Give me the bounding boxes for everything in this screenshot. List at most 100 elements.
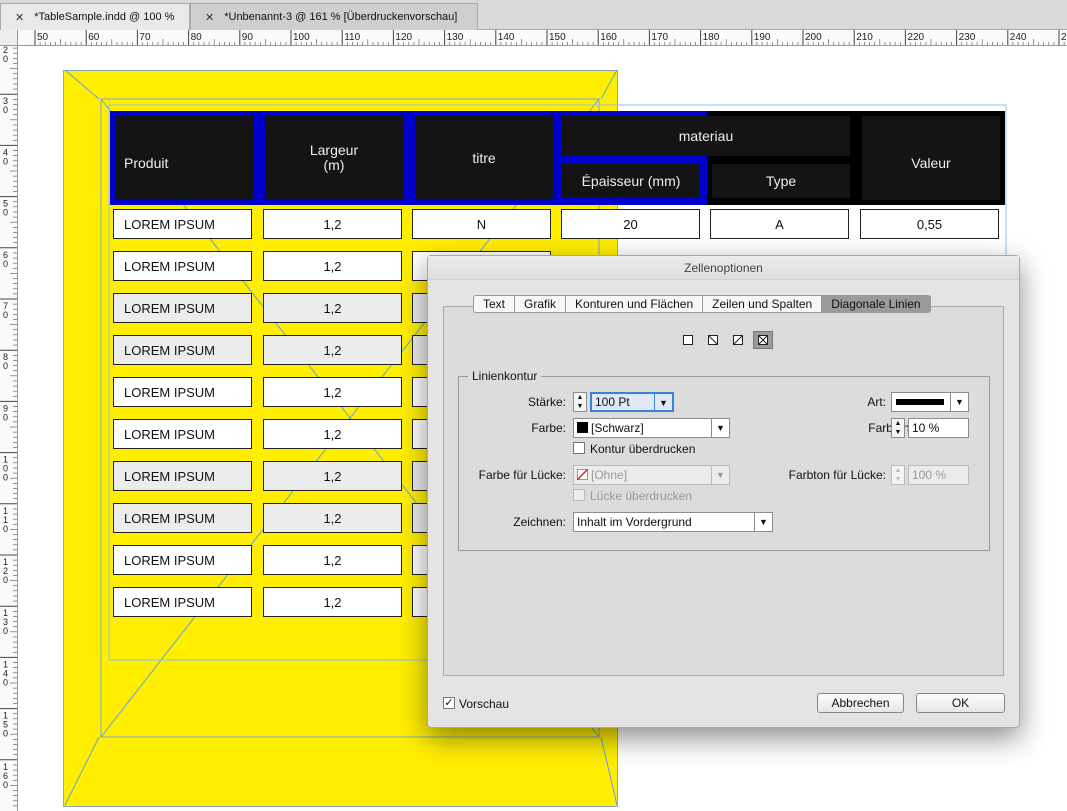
staerke-input[interactable]: 100 Pt ▼ (590, 392, 674, 412)
ruler-label: 160 (600, 32, 617, 43)
document-tab-bar: ✕ *TableSample.indd @ 100 % ✕ *Unbenannt… (0, 0, 1067, 30)
chevron-down-icon[interactable]: ▼ (950, 393, 968, 411)
kontur-ueberdrucken-label: Kontur überdrucken (590, 442, 696, 456)
close-tab-icon[interactable]: ✕ (15, 11, 24, 24)
table-cell[interactable]: 0,55 (860, 209, 999, 239)
header-materiau[interactable]: materiau (562, 116, 850, 156)
farbton-input[interactable]: 10 % (908, 418, 969, 438)
chevron-down-icon[interactable]: ▼ (654, 394, 672, 410)
staerke-stepper[interactable]: ▲ ▼ (573, 392, 587, 412)
cell-options-dialog: Zellenoptionen Text Grafik Konturen und … (427, 255, 1020, 728)
tab-text[interactable]: Text (473, 295, 516, 313)
ruler-label: 20 (3, 45, 8, 64)
art-select[interactable]: ▼ (891, 392, 969, 412)
table-cell[interactable]: 20 (561, 209, 700, 239)
ruler-label: 70 (3, 301, 8, 320)
farbe-luecke-select[interactable]: [Ohne] ▼ (573, 465, 730, 485)
table-cell[interactable]: LOREM IPSUM (113, 503, 252, 533)
zeichnen-value: Inhalt im Vordergrund (577, 515, 692, 529)
farbton-value: 10 % (912, 421, 940, 435)
farbe-value: [Schwarz] (591, 421, 644, 435)
diagonal-down-icon (708, 335, 718, 345)
cancel-button[interactable]: Abbrechen (817, 693, 904, 713)
zeichnen-select[interactable]: Inhalt im Vordergrund ▼ (573, 512, 773, 532)
table-cell[interactable]: LOREM IPSUM (113, 251, 252, 281)
ruler-label: 100 (3, 455, 8, 483)
farbton-luecke-stepper[interactable]: ▲ ▼ (891, 465, 905, 485)
ruler-label: 80 (3, 352, 8, 371)
diagonal-bl-tr-button[interactable] (728, 331, 748, 349)
tab-diagonale-linien[interactable]: Diagonale Linien (822, 295, 931, 313)
ruler-label: 80 (191, 32, 203, 43)
luecke-ueberdrucken-checkbox[interactable] (573, 489, 585, 501)
table-cell[interactable]: LOREM IPSUM (113, 587, 252, 617)
table-cell[interactable]: 1,2 (263, 293, 402, 323)
ruler-label: 240 (1010, 32, 1027, 43)
dialog-title[interactable]: Zellenoptionen (428, 256, 1019, 280)
document-tab-label: *TableSample.indd @ 100 % (34, 11, 175, 23)
table-cell[interactable]: A (710, 209, 849, 239)
table-cell[interactable]: LOREM IPSUM (113, 209, 252, 239)
table-cell[interactable]: 1,2 (263, 545, 402, 575)
document-tab-tablesample[interactable]: ✕ *TableSample.indd @ 100 % (0, 3, 190, 30)
table-cell[interactable]: 1,2 (263, 377, 402, 407)
tab-zeilen-spalten[interactable]: Zeilen und Spalten (703, 295, 823, 313)
ruler-label: 200 (805, 32, 822, 43)
farbton-luecke-value: 100 % (912, 468, 947, 482)
farbton-luecke-input[interactable]: 100 % (908, 465, 969, 485)
dialog-tabs: Text Grafik Konturen und Flächen Zeilen … (473, 295, 931, 313)
table-cell[interactable]: N (412, 209, 551, 239)
diagonal-tl-br-button[interactable] (703, 331, 723, 349)
farbton-stepper[interactable]: ▲ ▼ (891, 418, 905, 438)
ruler-label: 230 (959, 32, 976, 43)
header-titre[interactable]: titre (415, 116, 553, 200)
ruler-label: 100 (293, 32, 310, 43)
tab-grafik[interactable]: Grafik (515, 295, 567, 313)
color-swatch-icon (577, 422, 588, 433)
no-diagonal-icon (683, 335, 693, 345)
kontur-ueberdrucken-checkbox[interactable] (573, 442, 585, 454)
table-cell[interactable]: 1,2 (263, 209, 402, 239)
table-cell[interactable]: 1,2 (263, 419, 402, 449)
table-cell[interactable]: LOREM IPSUM (113, 377, 252, 407)
ruler-label: 150 (549, 32, 566, 43)
ok-button[interactable]: OK (916, 693, 1005, 713)
header-epaisseur[interactable]: Épaisseur (mm) (562, 164, 700, 198)
ruler-label: 110 (344, 32, 360, 43)
table-cell[interactable]: 1,2 (263, 461, 402, 491)
ruler-label: 90 (3, 403, 8, 422)
horizontal-ruler[interactable]: 50 60 70 80 90 100 110 120 130 140 150 160 170 180 190… (18, 30, 1067, 46)
diagonal-cross-button[interactable] (753, 331, 773, 349)
header-type[interactable]: Type (712, 164, 850, 198)
chevron-down-icon[interactable]: ▼ (754, 513, 772, 531)
table-cell[interactable]: LOREM IPSUM (113, 293, 252, 323)
ruler-label: 180 (703, 32, 720, 43)
document-tab-label: *Unbenannt-3 @ 161 % [Überdruckenvorscha… (224, 11, 458, 23)
ruler-label: 120 (3, 557, 8, 585)
header-produit[interactable]: Produit (115, 116, 253, 200)
farbe-select[interactable]: [Schwarz] ▼ (573, 418, 730, 438)
tab-konturen-flaechen[interactable]: Konturen und Flächen (566, 295, 704, 313)
table-cell[interactable]: LOREM IPSUM (113, 419, 252, 449)
vorschau-checkbox[interactable]: ✓ (443, 697, 455, 709)
linienkontur-label: Linienkontur (468, 369, 542, 383)
no-diagonal-button[interactable] (678, 331, 698, 349)
table-cell[interactable]: LOREM IPSUM (113, 335, 252, 365)
table-cell[interactable]: 1,2 (263, 335, 402, 365)
vertical-ruler[interactable]: 20 30 40 50 60 70 80 90 100 110 120 130 140 150 160 (0, 30, 18, 811)
header-largeur[interactable]: Largeur (m) (265, 116, 403, 200)
ruler-label: 170 (651, 32, 668, 43)
solid-line-icon (896, 399, 944, 405)
table-cell[interactable]: LOREM IPSUM (113, 461, 252, 491)
ruler-label: 60 (88, 32, 100, 43)
table-cell[interactable]: 1,2 (263, 587, 402, 617)
header-valeur[interactable]: Valeur (862, 116, 1000, 200)
table-cell[interactable]: 1,2 (263, 503, 402, 533)
document-tab-unbenannt[interactable]: ✕ *Unbenannt-3 @ 161 % [Überdruckenvorsc… (190, 3, 478, 30)
chevron-down-icon[interactable]: ▼ (711, 419, 729, 437)
close-tab-icon[interactable]: ✕ (205, 11, 214, 24)
ruler-origin[interactable] (0, 30, 18, 46)
table-cell[interactable]: LOREM IPSUM (113, 545, 252, 575)
table-cell[interactable]: 1,2 (263, 251, 402, 281)
chevron-down-icon[interactable]: ▼ (711, 466, 729, 484)
